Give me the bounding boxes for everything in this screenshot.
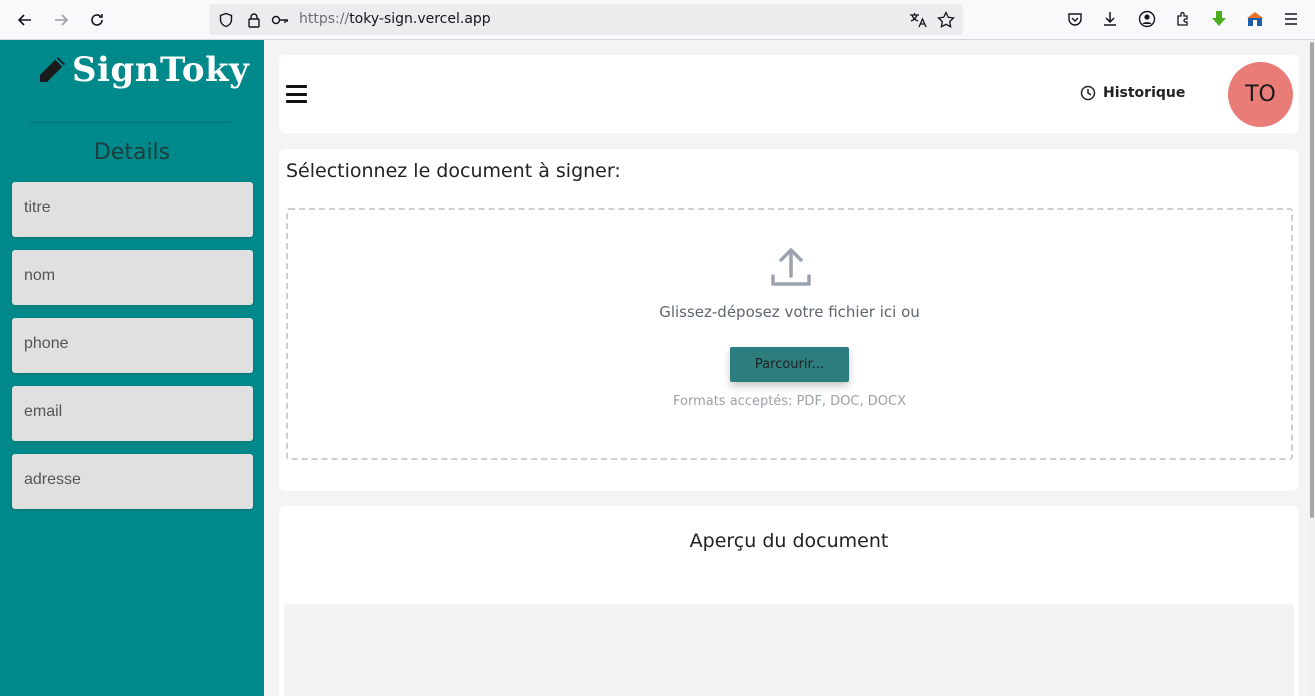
address-field-placeholder: adresse [24,471,81,488]
back-button[interactable] [13,8,37,32]
clock-icon [1080,85,1096,101]
upload-card: Sélectionnez le document à signer: Gliss… [279,149,1299,491]
title-field[interactable]: titre [12,182,253,237]
sidebar-divider [28,122,230,123]
phone-field-placeholder: phone [24,335,69,352]
translate-icon[interactable] [909,11,927,29]
formats-text: Formats acceptés: PDF, DOC, DOCX [672,394,906,409]
extension-house-icon[interactable] [1245,9,1265,29]
details-title: Details [93,140,171,165]
hamburger-menu-icon[interactable] [286,85,307,103]
url-text[interactable]: https://toky-sign.vercel.app [299,11,491,27]
drop-text: Glissez-déposez votre fichier ici ou [659,303,920,321]
reload-button[interactable] [85,8,109,32]
preview-card: Aperçu du document [279,506,1299,696]
preview-title: Aperçu du document [689,530,889,552]
logo[interactable]: SignToky [36,50,249,90]
phone-field[interactable]: phone [12,318,253,373]
email-field-placeholder: email [24,403,63,420]
address-bar[interactable]: https://toky-sign.vercel.app [209,4,963,35]
page-scrollbar[interactable] [1309,40,1315,696]
scroll-thumb[interactable] [1310,42,1314,518]
address-field[interactable]: adresse [12,454,253,509]
key-icon[interactable] [271,11,289,29]
url-host: toky-sign.vercel.app [349,11,491,27]
upload-title: Sélectionnez le document à signer: [286,160,621,182]
sidebar: SignToky Details titre nom phone email a… [0,40,264,696]
document-preview-area [284,604,1294,696]
extensions-icon[interactable] [1173,9,1193,29]
bookmark-star-icon[interactable] [937,11,955,29]
download-extension-icon[interactable] [1209,9,1229,29]
upload-icon [771,248,811,286]
browse-button[interactable]: Parcourir... [730,347,849,382]
back-arrow-icon [17,14,31,26]
pencil-icon [40,57,65,82]
name-field-placeholder: nom [24,267,56,284]
reload-icon [91,14,103,26]
history-label: Historique [1103,85,1186,101]
logo-text: SignToky [72,50,250,90]
email-field[interactable]: email [12,386,253,441]
download-icon[interactable] [1100,9,1120,29]
history-link[interactable]: Historique [1080,85,1185,101]
forward-button[interactable] [49,8,73,32]
browser-toolbar: https://toky-sign.vercel.app [0,0,1315,40]
dropzone[interactable]: Glissez-déposez votre fichier ici ou Par… [286,208,1293,460]
name-field[interactable]: nom [12,250,253,305]
header-card: Historique TO [279,55,1299,133]
lock-icon[interactable] [245,11,263,29]
avatar[interactable]: TO [1228,62,1293,127]
url-scheme: https:// [299,11,350,27]
shield-icon[interactable] [217,11,235,29]
account-icon[interactable] [1137,9,1157,29]
title-field-placeholder: titre [24,199,51,216]
forward-arrow-icon [55,14,69,26]
menu-icon[interactable] [1281,9,1301,29]
pocket-icon[interactable] [1065,9,1085,29]
